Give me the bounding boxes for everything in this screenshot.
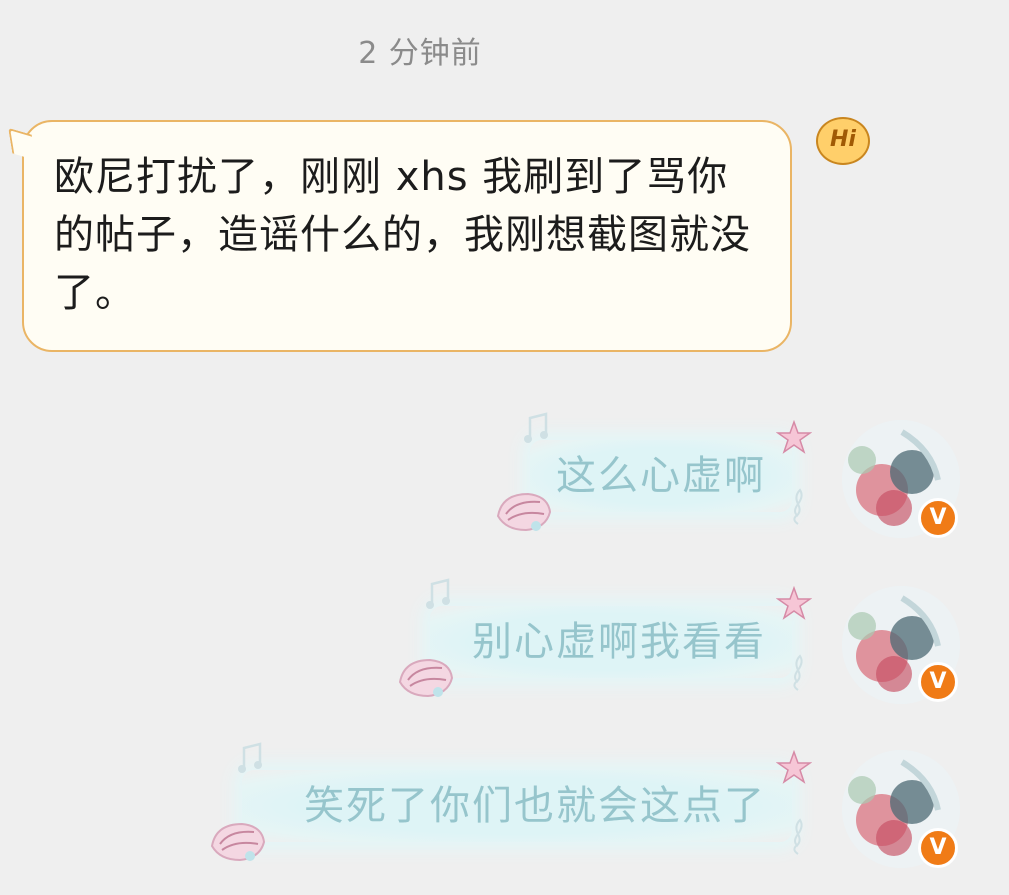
- starfish-icon: [776, 750, 812, 784]
- treble-clef-icon: [793, 818, 803, 855]
- music-note-icon: [524, 412, 548, 443]
- verified-badge-icon: V: [918, 662, 958, 702]
- treble-clef-icon: [793, 654, 803, 691]
- incoming-message-text: 欧尼打扰了，刚刚 xhs 我刷到了骂你的帖子，造谣什么的，我刚想截图就没了。: [54, 154, 751, 316]
- seashell-icon: [398, 658, 454, 698]
- treble-clef-icon: [793, 488, 803, 525]
- hi-icon: Hi: [816, 117, 870, 165]
- verified-badge-icon: V: [918, 498, 958, 538]
- seashell-icon: [210, 822, 266, 862]
- outgoing-message-text: 笑死了你们也就会这点了: [304, 783, 766, 829]
- incoming-message-bubble[interactable]: 欧尼打扰了，刚刚 xhs 我刷到了骂你的帖子，造谣什么的，我刚想截图就没了。: [8, 120, 792, 352]
- starfish-icon: [776, 586, 812, 620]
- seashell-icon: [496, 492, 552, 532]
- music-note-icon: [238, 742, 262, 773]
- music-note-icon: [426, 578, 450, 609]
- outgoing-message-text: 这么心虚啊: [556, 453, 766, 499]
- outgoing-message-bubble[interactable]: 别心虚啊我看看: [430, 606, 792, 678]
- message-timestamp: 2 分钟前: [358, 36, 482, 71]
- verified-badge-icon: V: [918, 828, 958, 868]
- outgoing-message-text: 别心虚啊我看看: [472, 619, 766, 665]
- bubble-tail: [8, 127, 36, 161]
- outgoing-message-bubble[interactable]: 笑死了你们也就会这点了: [242, 770, 792, 842]
- starfish-icon: [776, 420, 812, 454]
- outgoing-message-bubble[interactable]: 这么心虚啊: [530, 440, 792, 512]
